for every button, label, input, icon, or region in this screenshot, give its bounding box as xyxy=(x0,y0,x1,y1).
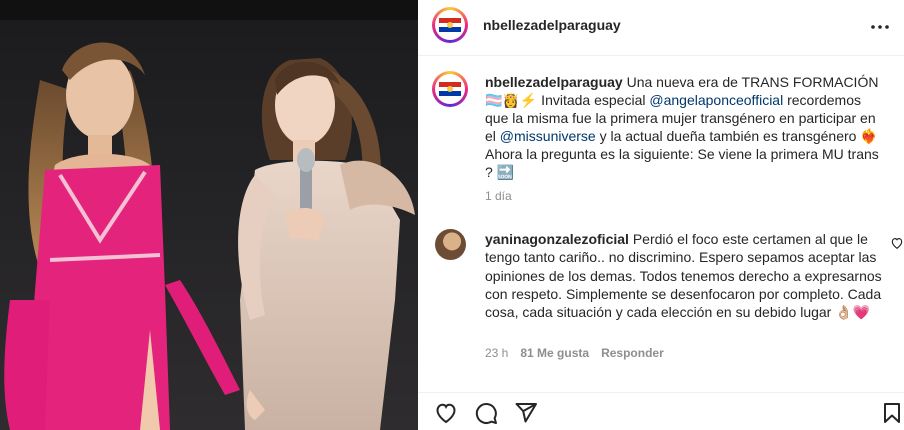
comment-like-heart-icon[interactable] xyxy=(890,236,904,250)
account-avatar[interactable] xyxy=(432,7,468,43)
comment-icon[interactable] xyxy=(474,401,498,425)
post-details-panel: nbellezadelparaguay nbellezadelparaguay … xyxy=(418,0,904,430)
comment-meta: 23 h 81 Me gusta Responder xyxy=(485,346,664,360)
caption-username[interactable]: nbellezadelparaguay xyxy=(485,74,623,90)
comment-username[interactable]: yaninagonzalezoficial xyxy=(485,231,629,247)
comment-likes-count[interactable]: 81 Me gusta xyxy=(520,346,589,360)
send-icon[interactable] xyxy=(514,401,538,425)
post-caption: nbellezadelparaguay Una nueva era de TRA… xyxy=(485,73,883,181)
caption-avatar-image xyxy=(435,74,465,104)
instagram-post-view: nbellezadelparaguay nbellezadelparaguay … xyxy=(0,0,904,430)
more-options-icon[interactable] xyxy=(870,17,890,37)
mention-missuniverse[interactable]: @missuniverse xyxy=(500,128,596,144)
post-photo-illustration xyxy=(0,0,418,430)
post-action-bar xyxy=(418,392,904,430)
heart-icon[interactable] xyxy=(434,401,458,425)
paraguay-flag-icon xyxy=(439,18,461,32)
comment: yaninagonzalezoficial Perdió el foco est… xyxy=(485,230,883,321)
comment-timestamp[interactable]: 23 h xyxy=(485,346,508,360)
avatar-image xyxy=(435,10,465,40)
bookmark-icon[interactable] xyxy=(880,401,904,425)
post-timestamp[interactable]: 1 día xyxy=(485,189,512,203)
account-username[interactable]: nbellezadelparaguay xyxy=(483,17,621,33)
caption-avatar[interactable] xyxy=(432,71,468,107)
paraguay-flag-icon xyxy=(439,82,461,96)
reply-button[interactable]: Responder xyxy=(601,346,664,360)
post-header: nbellezadelparaguay xyxy=(418,0,904,56)
mention-angelaponceofficial[interactable]: @angelaponceofficial xyxy=(649,92,783,108)
commenter-avatar[interactable] xyxy=(435,229,466,260)
post-photo[interactable] xyxy=(0,0,418,430)
